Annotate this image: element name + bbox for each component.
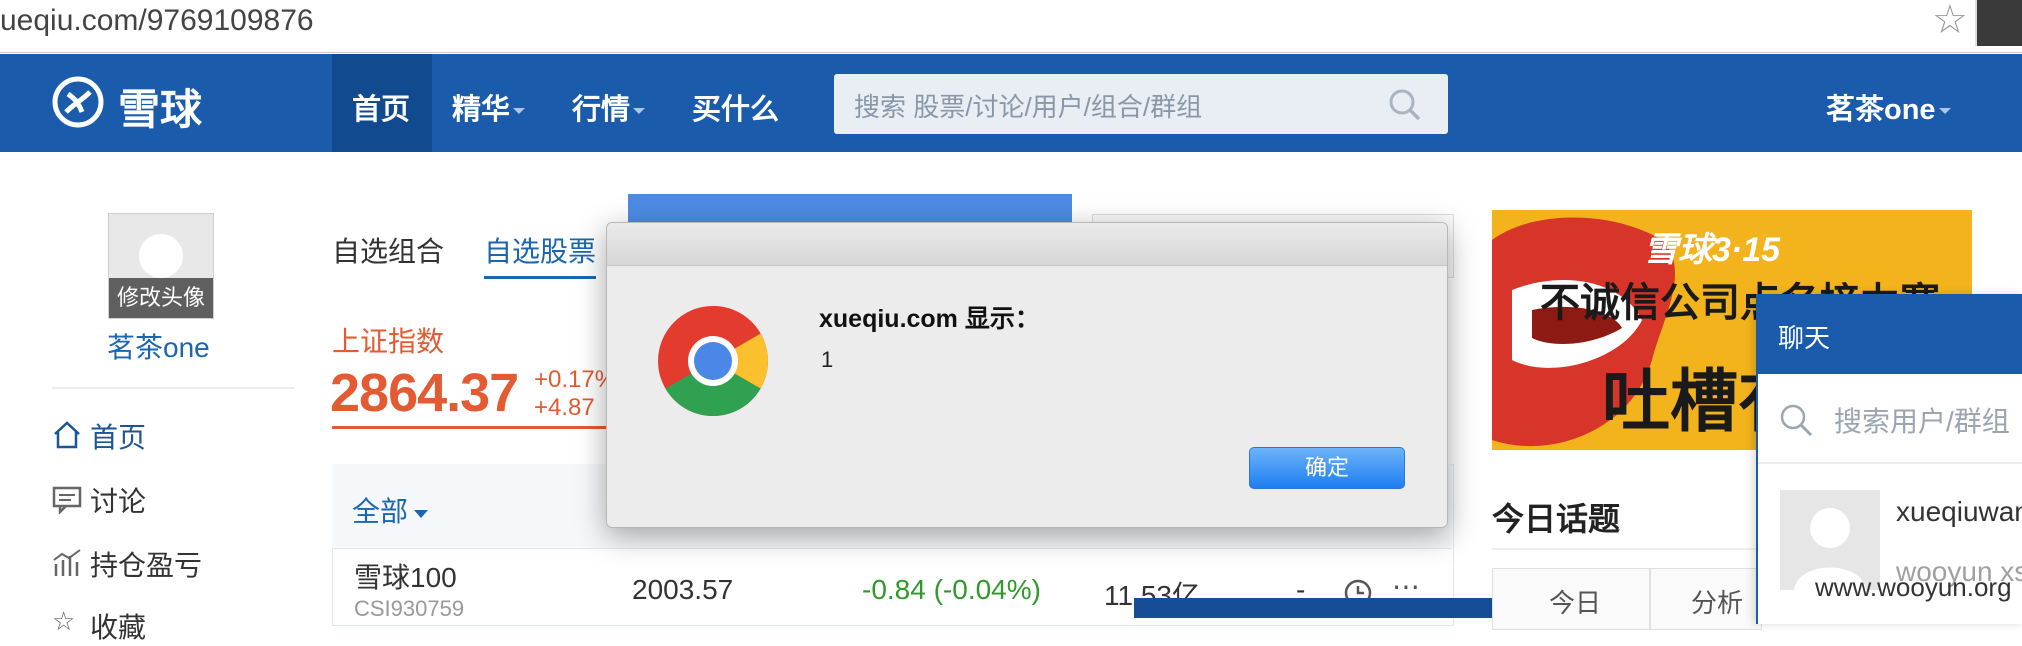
chevron-down-icon <box>414 509 429 518</box>
xueqiu-logo-icon[interactable] <box>52 76 104 128</box>
index-change-pct: +0.17% <box>534 366 617 393</box>
tab-active-underline <box>484 276 596 279</box>
chevron-down-icon <box>513 108 526 115</box>
nav-item-featured[interactable]: 精华 <box>452 86 526 128</box>
ad-line1: 雪球3·15 <box>1644 231 1781 269</box>
stock-price: 2003.57 <box>632 574 734 605</box>
search-input[interactable]: 搜索 股票/讨论/用户/组合/群组 <box>834 74 1448 134</box>
nav-item-market[interactable]: 行情 <box>572 86 646 128</box>
chevron-down-icon <box>1938 108 1951 115</box>
bookmark-star-icon[interactable]: ☆ <box>1932 0 1972 40</box>
search-icon <box>1780 404 1813 437</box>
chart-icon <box>53 549 81 576</box>
sidebar-item-label: 收藏 <box>90 612 147 643</box>
topics-tab-analysis[interactable]: 分析 <box>1650 568 1762 630</box>
filter-dropdown[interactable]: 全部 <box>352 490 429 530</box>
topics-tab-today[interactable]: 今日 <box>1492 568 1650 630</box>
chevron-down-icon <box>633 108 646 115</box>
tab-stocks[interactable]: 自选股票 <box>484 230 596 270</box>
user-menu[interactable]: 茗茶one <box>1826 86 1951 128</box>
sidebar-item-label: 首页 <box>90 422 147 453</box>
topics-tab-label: 今日 <box>1549 588 1602 618</box>
index-underline <box>332 426 610 429</box>
logo-text[interactable]: 雪球 <box>118 76 202 137</box>
comment-icon <box>52 486 82 514</box>
dialog-titlebar[interactable] <box>607 223 1447 266</box>
sidebar-item-label: 持仓盈亏 <box>90 550 203 581</box>
profile-username[interactable]: 茗茶one <box>107 326 210 366</box>
change-avatar-label[interactable]: 修改头像 <box>109 278 213 318</box>
dialog-message: 1 <box>821 347 834 372</box>
nav-item-buy-what[interactable]: 买什么 <box>692 86 779 128</box>
stock-change: -0.84 (-0.04%) <box>862 574 1041 605</box>
ok-button[interactable]: 确定 <box>1249 447 1405 489</box>
url-text[interactable]: ueqiu.com/9769109876 <box>0 4 314 38</box>
tab-portfolios[interactable]: 自选组合 <box>332 230 444 270</box>
avatar[interactable]: 修改头像 <box>108 213 214 319</box>
chrome-logo-icon <box>658 306 768 416</box>
alert-dialog: xueqiu.com 显示： 1 确定 <box>606 222 1448 528</box>
home-icon <box>54 421 80 449</box>
chat-contact-name[interactable]: xueqiuwan <box>1896 496 2022 528</box>
index-value: 2864.37 <box>330 363 519 423</box>
index-change-pts: +4.87 <box>534 394 595 421</box>
topics-divider <box>1492 548 1756 550</box>
chat-title: 聊天 <box>1778 323 1831 353</box>
browser-url-bar[interactable]: ueqiu.com/9769109876 ☆ <box>0 0 2022 53</box>
search-icon[interactable] <box>1388 88 1422 122</box>
extension-icon[interactable] <box>1975 0 2022 46</box>
nav-item-home[interactable]: 首页 <box>352 86 410 128</box>
star-icon: ☆ <box>52 606 76 636</box>
index-name[interactable]: 上证指数 <box>332 320 444 360</box>
stock-code: CSI930759 <box>354 596 465 621</box>
avatar-head <box>139 234 183 278</box>
search-placeholder: 搜索 股票/讨论/用户/组合/群组 <box>854 92 1203 122</box>
dialog-title: xueqiu.com 显示： <box>819 305 1040 333</box>
sidebar-divider <box>52 387 294 389</box>
chat-divider <box>1758 462 2022 464</box>
watermark: www.wooyun.org <box>1815 572 2012 602</box>
topics-title: 今日话题 <box>1492 501 1621 537</box>
chat-search-input[interactable]: 搜索用户/群组 <box>1834 400 2010 440</box>
topics-tab-label: 分析 <box>1691 588 1744 618</box>
stock-name[interactable]: 雪球100 <box>354 556 457 596</box>
sidebar-item-label: 讨论 <box>90 486 147 517</box>
